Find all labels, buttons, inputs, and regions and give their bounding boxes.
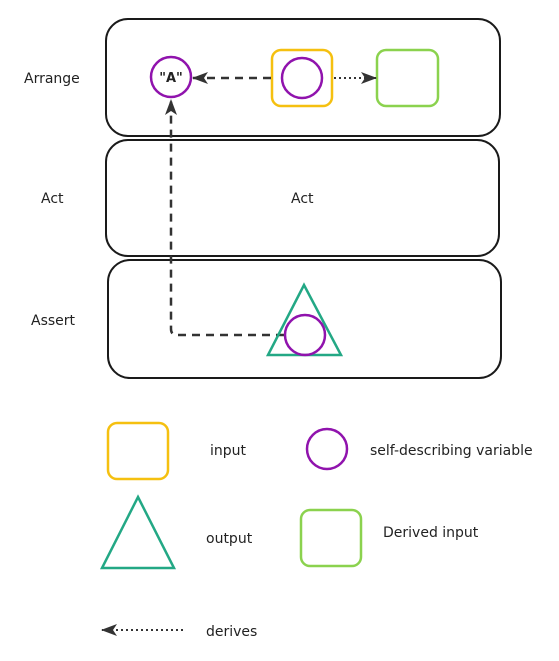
legend-variable-icon — [305, 427, 349, 471]
assert-box — [107, 259, 502, 379]
legend-derived-icon — [299, 508, 363, 568]
legend-input-label: input — [210, 443, 247, 459]
aaa-diagram: Arrange Act Act Assert "A" input self-de… — [24, 18, 533, 640]
derived-input-box — [375, 48, 440, 108]
legend-derives-label: derives — [206, 624, 257, 640]
legend-output-icon — [99, 494, 177, 570]
row-label-assert: Assert — [31, 313, 76, 329]
row-label-act: Act — [41, 191, 64, 207]
output-triangle — [265, 282, 344, 357]
legend-output-label: output — [206, 531, 253, 547]
legend-variable-label: self-describing variable — [370, 443, 533, 459]
variable-value: "A" — [159, 71, 183, 86]
legend-derived-label: Derived input — [383, 525, 479, 541]
output-variable-circle — [283, 313, 327, 357]
row-label-arrange: Arrange — [24, 71, 80, 87]
act-box-label: Act — [291, 191, 314, 207]
legend-input-icon — [106, 421, 170, 481]
input-variable-circle — [280, 56, 324, 100]
